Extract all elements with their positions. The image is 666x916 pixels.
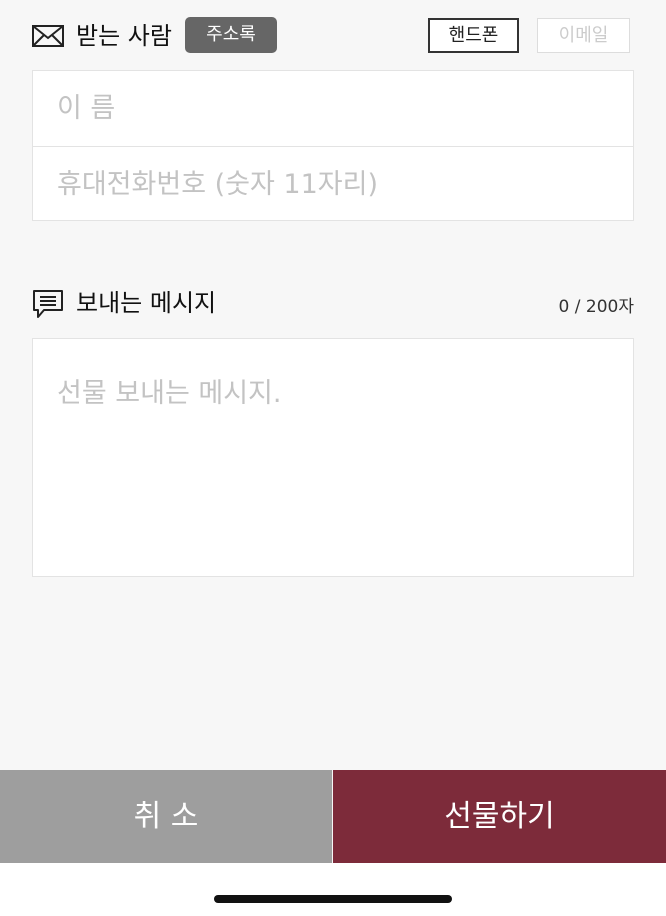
home-indicator[interactable] <box>214 895 452 903</box>
phone-number-input[interactable] <box>33 147 633 222</box>
character-count: 0 / 200자 <box>558 297 634 317</box>
speech-bubble-icon <box>33 290 63 318</box>
send-gift-button[interactable]: 선물하기 <box>333 770 666 863</box>
tab-email[interactable]: 이메일 <box>537 18 630 53</box>
address-book-button[interactable]: 주소록 <box>185 17 277 53</box>
message-title: 보내는 메시지 <box>76 289 217 317</box>
recipient-header: 받는 사람 주소록 핸드폰 이메일 <box>32 16 634 56</box>
name-input[interactable] <box>33 71 633 147</box>
bottom-action-bar: 취 소 선물하기 <box>0 770 666 863</box>
recipient-title: 받는 사람 <box>76 22 172 50</box>
message-box <box>32 338 634 577</box>
message-header: 보내는 메시지 0 / 200자 <box>32 287 634 321</box>
mail-icon <box>32 25 64 47</box>
tab-phone[interactable]: 핸드폰 <box>428 18 519 53</box>
message-textarea[interactable] <box>33 339 633 576</box>
cancel-button[interactable]: 취 소 <box>0 770 332 863</box>
home-indicator-area <box>0 863 666 916</box>
recipient-form <box>32 70 634 222</box>
